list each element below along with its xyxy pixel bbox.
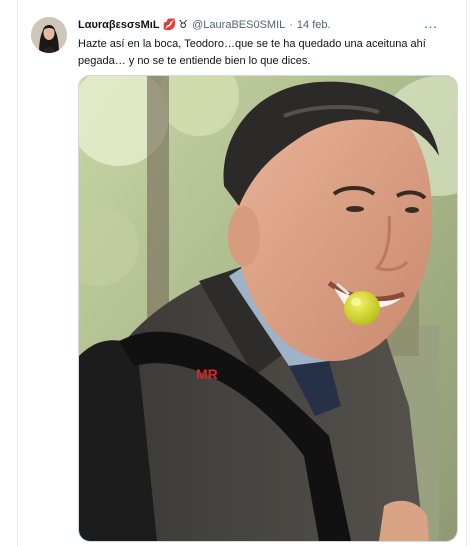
avatar-image	[31, 17, 67, 53]
photo-man-with-olive-image: MR	[79, 76, 457, 541]
timeline-frame: LαυrαβεsσsMιL 💋 ♉ @LauraBES0SMIL · 14 fe…	[0, 0, 471, 546]
timeline-right-border	[466, 0, 467, 546]
tweet-date[interactable]: 14 feb.	[297, 17, 331, 33]
tweet-header: LαυrαβεsσsMιL 💋 ♉ @LauraBES0SMIL · 14 fe…	[78, 17, 331, 33]
avatar[interactable]	[31, 17, 67, 53]
tweet-text: Hazte así en la boca, Teodoro…que se te …	[78, 38, 426, 67]
kiss-lips-icon: 💋	[162, 19, 177, 31]
display-name[interactable]: LαυrαβεsσsMιL	[78, 17, 160, 33]
header-separator: ·	[289, 19, 293, 31]
taurus-icon: ♉	[178, 19, 189, 31]
more-options-icon[interactable]: …	[422, 14, 440, 32]
user-handle[interactable]: @LauraBES0SMIL	[192, 17, 285, 33]
watermark-text: MR	[196, 366, 218, 382]
tweet[interactable]: LαυrαβεsσsMιL 💋 ♉ @LauraBES0SMIL · 14 fe…	[18, 0, 466, 546]
tweet-photo[interactable]: MR	[78, 75, 458, 542]
